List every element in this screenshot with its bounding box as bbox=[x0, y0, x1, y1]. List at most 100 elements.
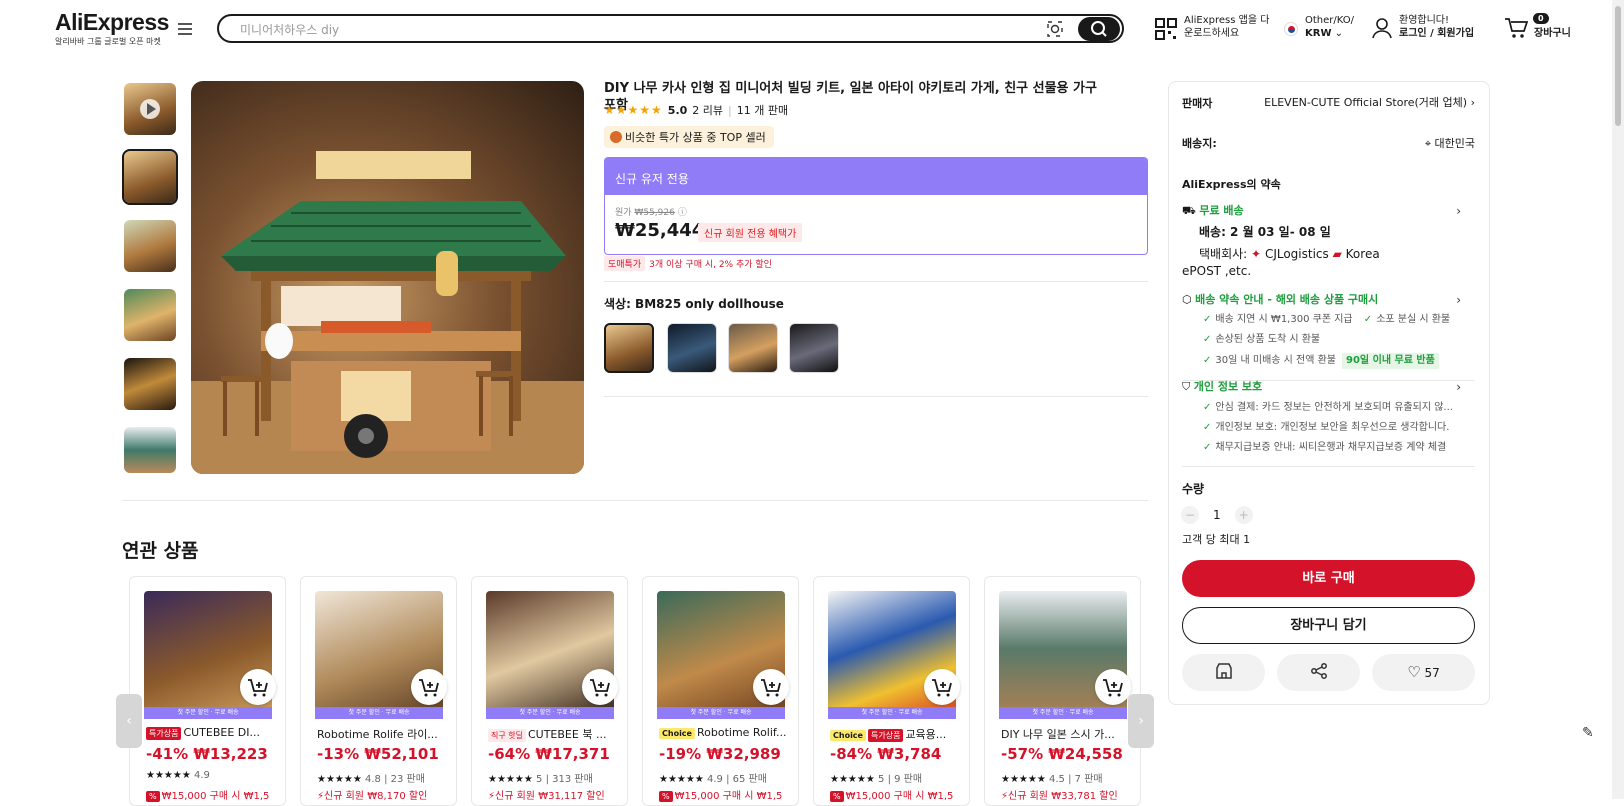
product-rating: ★★★★★ 5 | 9 판매 bbox=[830, 774, 923, 785]
privacy-item: ✓ 채무지급보증 안내: 씨티은행과 채무지급보증 계약 체결 bbox=[1203, 441, 1446, 455]
color-swatch[interactable] bbox=[789, 323, 839, 373]
store-button[interactable] bbox=[1182, 654, 1265, 691]
wishlist-button[interactable]: ♡ 57 bbox=[1372, 654, 1475, 691]
add-to-cart-button[interactable] bbox=[240, 669, 276, 705]
like-count: 57 bbox=[1424, 666, 1440, 680]
divider: | bbox=[728, 103, 732, 117]
gallery-thumb[interactable] bbox=[124, 289, 176, 341]
rating-value: 4.8 bbox=[365, 774, 381, 785]
color-swatch[interactable] bbox=[667, 323, 717, 373]
qty-value[interactable]: 1 bbox=[1213, 508, 1221, 522]
product-card[interactable]: 첫 주문 할인 · 무료 배송 Choice Robotime Rolif... … bbox=[642, 576, 799, 806]
product-price: -41% ₩13,223 bbox=[146, 745, 268, 763]
coupon-value: 신규 회원 ₩33,781 할인 bbox=[1008, 791, 1118, 802]
check-icon: ✓ bbox=[1363, 314, 1373, 325]
quantity-stepper: − 1 + bbox=[1181, 506, 1253, 524]
logo-subtitle: 알리바바 그룹 글로벌 오픈 마켓 bbox=[55, 37, 161, 46]
increase-qty-button[interactable]: + bbox=[1234, 506, 1253, 524]
gallery-thumb[interactable] bbox=[124, 220, 176, 272]
product-card[interactable]: 첫 주문 할인 · 무료 배송 Choice 특가상품 교육용... -84% ₩3… bbox=[813, 576, 970, 806]
discount-icon: ⚡ bbox=[1001, 791, 1009, 802]
gallery-thumb[interactable] bbox=[124, 427, 176, 473]
qr-code-icon[interactable] bbox=[1155, 18, 1177, 40]
product-name: 직구 핫딜 CUTEBEE 북 ... bbox=[488, 726, 620, 742]
coupon-text: % ₩15,000 구매 시 ₩1,5 bbox=[659, 787, 782, 802]
seller-store-link[interactable]: ELEVEN-CUTE Official Store(거래 업체) › bbox=[1250, 96, 1475, 110]
info-icon[interactable]: ⓘ bbox=[678, 208, 687, 218]
aliexpress-logo[interactable]: AliExpress 알리바바 그룹 글로벌 오픈 마켓 bbox=[55, 10, 169, 47]
language-currency-selector[interactable]: Other/KO/KRW ⌄ bbox=[1305, 14, 1354, 40]
scrollbar[interactable] bbox=[1612, 0, 1624, 799]
rating-row[interactable]: ★★★★★ 5.0 2 리뷰 | 11 개 판매 bbox=[604, 102, 788, 118]
share-button[interactable] bbox=[1277, 654, 1360, 691]
cart-label[interactable]: 장바구니 bbox=[1534, 27, 1571, 40]
top-seller-badge: 비슷한 특가 상품 중 TOP 셀러 bbox=[604, 126, 774, 148]
lang-line1: Other/KO/ bbox=[1305, 15, 1355, 26]
decrease-qty-button[interactable]: − bbox=[1181, 506, 1199, 524]
delivery-policy-row[interactable]: ⬡ 배송 약속 안내 - 해외 배송 상품 구매시 › bbox=[1182, 293, 1475, 307]
policy-text: 손상된 상품 도착 시 환불 bbox=[1215, 334, 1321, 345]
carrier-korea: Korea bbox=[1345, 247, 1380, 261]
privacy-row[interactable]: ⛉ 개인 정보 보호 › bbox=[1182, 380, 1475, 394]
color-swatch[interactable] bbox=[728, 323, 778, 373]
edit-icon[interactable]: ✎ bbox=[1582, 725, 1594, 741]
policy-title: 배송 약속 안내 - 해외 배송 상품 구매시 bbox=[1195, 293, 1379, 306]
gallery-thumb[interactable] bbox=[122, 149, 178, 205]
divider bbox=[1182, 466, 1475, 467]
add-to-cart-button[interactable] bbox=[924, 669, 960, 705]
cart-plus-icon bbox=[1103, 679, 1123, 697]
carousel-next-button[interactable]: › bbox=[1128, 694, 1154, 748]
product-card[interactable]: 첫 주문 할인 · 무료 배송 Robotime Rolife 라이... -1… bbox=[300, 576, 457, 806]
product-card[interactable]: 첫 주문 할인 · 무료 배송 특가상품 CUTEBEE DI... -41% ₩… bbox=[129, 576, 286, 806]
add-to-cart-button[interactable] bbox=[411, 669, 447, 705]
search-input[interactable]: 미니어처하우스 diy bbox=[240, 21, 339, 38]
sold-count: 65 판매 bbox=[732, 774, 767, 785]
member-price-tag: 신규 회원 전용 혜택가 bbox=[698, 223, 803, 242]
search-button[interactable] bbox=[1078, 17, 1120, 41]
add-to-cart-button[interactable] bbox=[753, 669, 789, 705]
promo-strip: 첫 주문 할인 · 무료 배송 bbox=[657, 707, 785, 719]
menu-icon[interactable] bbox=[178, 23, 192, 35]
free-shipping-row[interactable]: ⛟ 무료 배송 › bbox=[1182, 204, 1475, 218]
rating-value: 5 bbox=[878, 774, 885, 785]
scrollbar-thumb[interactable] bbox=[1615, 6, 1621, 126]
product-price: -84% ₩3,784 bbox=[830, 745, 942, 763]
qty-label: 수량 bbox=[1182, 482, 1205, 496]
add-to-cart-button[interactable] bbox=[1095, 669, 1131, 705]
fire-icon bbox=[610, 131, 622, 143]
cart-plus-icon bbox=[590, 679, 610, 697]
privacy-text: 안심 결제: 카드 정보는 안전하게 보호되며 유출되지 않... bbox=[1215, 402, 1453, 413]
gallery-thumb[interactable] bbox=[124, 358, 176, 410]
truck-icon: ⛟ bbox=[1182, 204, 1196, 217]
app-download-link[interactable]: AliExpress 앱을 다 운로드하세요 bbox=[1184, 14, 1269, 40]
privacy-item: ✓ 안심 결제: 카드 정보는 안전하게 보호되며 유출되지 않... bbox=[1203, 401, 1453, 415]
color-swatch[interactable] bbox=[604, 323, 654, 373]
carousel-prev-button[interactable]: ‹ bbox=[116, 694, 142, 748]
product-name-text: Robotime Rolif... bbox=[696, 726, 787, 739]
main-product-image[interactable] bbox=[191, 81, 584, 474]
review-count[interactable]: 2 리뷰 bbox=[692, 102, 723, 118]
add-to-cart-button[interactable]: 장바구니 담기 bbox=[1182, 607, 1475, 644]
cart-icon[interactable] bbox=[1504, 17, 1528, 39]
carrier-logo-icon: ✦ bbox=[1251, 247, 1262, 261]
add-to-cart-button[interactable] bbox=[582, 669, 618, 705]
top-seller-text: 비슷한 특가 상품 중 TOP 셀러 bbox=[625, 131, 766, 144]
chevron-right-icon: › bbox=[1456, 293, 1461, 307]
check-icon: ✓ bbox=[1203, 402, 1212, 413]
cart-plus-icon bbox=[761, 679, 781, 697]
product-card[interactable]: 첫 주문 할인 · 무료 배송 DIY 나무 일본 스시 가... -57% ₩… bbox=[984, 576, 1141, 806]
policy-text: 소포 분실 시 환불 bbox=[1376, 314, 1451, 325]
ship-destination[interactable]: ⌖ 대한민국 bbox=[1380, 137, 1475, 151]
search-bar[interactable]: 미니어처하우스 diy bbox=[217, 14, 1124, 43]
check-icon: ✓ bbox=[1203, 314, 1212, 325]
rating-value: 4.9 bbox=[194, 770, 210, 781]
gallery-thumb-video[interactable] bbox=[124, 83, 176, 135]
login-link[interactable]: 로그인 / 회원가입 bbox=[1399, 28, 1474, 39]
chevron-right-icon: › bbox=[1138, 713, 1144, 729]
buy-now-button[interactable]: 바로 구매 bbox=[1182, 560, 1475, 597]
image-search-icon[interactable] bbox=[1046, 20, 1064, 38]
divider bbox=[122, 500, 1148, 501]
product-card[interactable]: 첫 주문 할인 · 무료 배송 직구 핫딜 CUTEBEE 북 ... -64% … bbox=[471, 576, 628, 806]
account-menu[interactable]: 환영합니다! 로그인 / 회원가입 bbox=[1399, 14, 1474, 40]
user-icon[interactable] bbox=[1372, 17, 1392, 39]
